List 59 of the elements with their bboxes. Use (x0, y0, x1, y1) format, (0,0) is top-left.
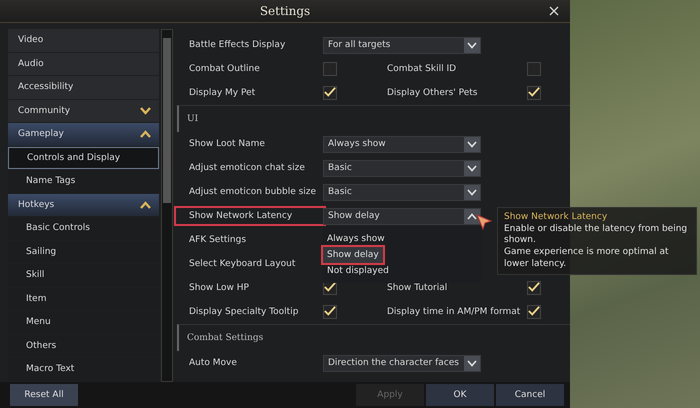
setting-label: Combat Outline (189, 63, 261, 76)
window-title: Settings (260, 4, 310, 18)
sidebar-item[interactable]: Community (8, 100, 159, 122)
sidebar-item[interactable]: Gameplay (8, 123, 159, 146)
footer-button[interactable]: OK (426, 384, 494, 406)
chevron-icon (467, 42, 477, 48)
close-button[interactable] (548, 5, 560, 17)
sidebar-item[interactable]: Hotkeys (8, 194, 159, 216)
setting-label: Display My Pet (189, 87, 256, 100)
setting-label: Display time in AM/PM format (387, 307, 522, 317)
checkbox[interactable] (527, 62, 541, 76)
setting-label: Battle Effects Display (189, 39, 286, 52)
dropdown-option[interactable]: Always show (323, 230, 385, 246)
chevron-icon (140, 106, 151, 115)
setting-label: Show Tutorial (387, 283, 448, 293)
dropdown[interactable]: Show delay (323, 208, 481, 224)
setting-label: Show Network Latency (177, 209, 323, 223)
dropdown[interactable]: For all targets (323, 36, 481, 54)
cursor-icon (476, 214, 492, 230)
dropdown[interactable]: Basic (323, 160, 481, 176)
checkbox[interactable] (323, 86, 337, 100)
chevron-icon (467, 188, 477, 196)
checkbox[interactable] (527, 86, 541, 100)
setting-label: Display Specialty Tooltip (189, 306, 300, 319)
setting-label: Combat Skill ID (387, 64, 458, 74)
setting-label: Select Keyboard Layout (189, 258, 296, 271)
dropdown-option[interactable]: Not displayed (323, 262, 389, 278)
setting-label: Display Others' Pets (387, 88, 478, 98)
tooltip-text: Enable or disable the latency from being shown. (504, 224, 688, 247)
sidebar-item[interactable]: Controls and Display (8, 146, 159, 169)
sidebar-item[interactable]: Video (8, 29, 159, 52)
chevron-icon (467, 360, 477, 366)
checkbox[interactable] (527, 281, 541, 295)
close-icon (549, 6, 559, 16)
dropdown[interactable]: Basic (323, 184, 481, 200)
setting-label: Adjust emoticon bubble size (189, 186, 318, 199)
setting-label: AFK Settings (189, 234, 248, 247)
dropdown[interactable]: Always show (323, 136, 481, 152)
setting-label: Show Loot Name (189, 138, 266, 151)
chevron-icon (467, 212, 477, 220)
chevron-icon (140, 130, 151, 138)
chevron-icon (140, 200, 151, 209)
checkbox[interactable] (323, 305, 337, 319)
checkbox[interactable] (323, 62, 337, 76)
setting-label: Adjust emoticon chat size (189, 162, 306, 175)
scrollbar[interactable] (161, 29, 173, 382)
dropdown[interactable]: Direction the character faces (323, 354, 481, 372)
checkbox[interactable] (527, 305, 541, 319)
footer-button[interactable]: Cancel (496, 384, 564, 406)
chevron-icon (467, 164, 477, 172)
tooltip-title: Show Network Latency (504, 212, 608, 224)
tooltip-text: Game experience is more optimal at lower latency. (504, 247, 670, 270)
sidebar-item[interactable]: Audio (8, 52, 159, 75)
reset-all-button[interactable]: Reset All (10, 384, 78, 406)
chevron-icon (467, 140, 477, 148)
sidebar-item[interactable]: Accessibility (8, 76, 159, 98)
setting-label: Auto Move (189, 357, 238, 370)
dropdown-option[interactable]: Show delay (323, 246, 383, 262)
setting-label: Show Low HP (189, 282, 250, 295)
